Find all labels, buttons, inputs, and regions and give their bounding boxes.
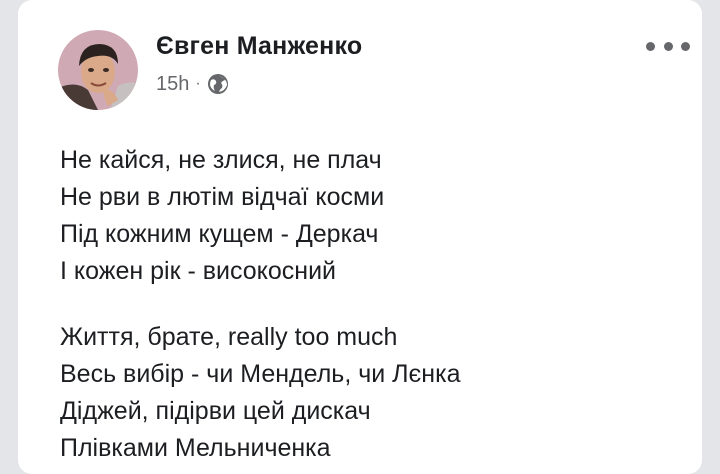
poem-line: Весь вибір - чи Мендель, чи Лєнка: [60, 360, 461, 388]
poem-line: Плівками Мельниченка: [60, 434, 331, 462]
author-avatar[interactable]: [58, 30, 138, 110]
avatar-image: [58, 30, 138, 110]
more-options-icon[interactable]: [646, 36, 690, 56]
post-card: Євген Манженко 15h · Не кайся, не злися,…: [18, 0, 702, 474]
more-dot: [681, 41, 690, 51]
poem-line: Не рви в лютім відчаї косми: [60, 183, 385, 211]
globe-icon[interactable]: [207, 73, 229, 95]
poem-line: І кожен рік - високосний: [60, 257, 337, 285]
post-meta: 15h ·: [156, 72, 229, 96]
meta-separator: ·: [195, 75, 201, 92]
poem-line: Не кайся, не злися, не плач: [60, 146, 382, 174]
post-text: Не кайся, не злися, не плач Не рви в лют…: [60, 142, 680, 467]
more-dot: [663, 41, 673, 51]
poem-line: Діджей, підірви цей дискач: [60, 397, 371, 425]
author-name[interactable]: Євген Манженко: [156, 32, 362, 61]
post-timestamp[interactable]: 15h: [156, 73, 189, 96]
poem-line: Життя, брате, really too much: [60, 323, 398, 351]
poem-line: Під кожним кущем - Деркач: [60, 220, 379, 248]
stanza-gap: [60, 290, 680, 319]
more-dot: [646, 41, 655, 51]
